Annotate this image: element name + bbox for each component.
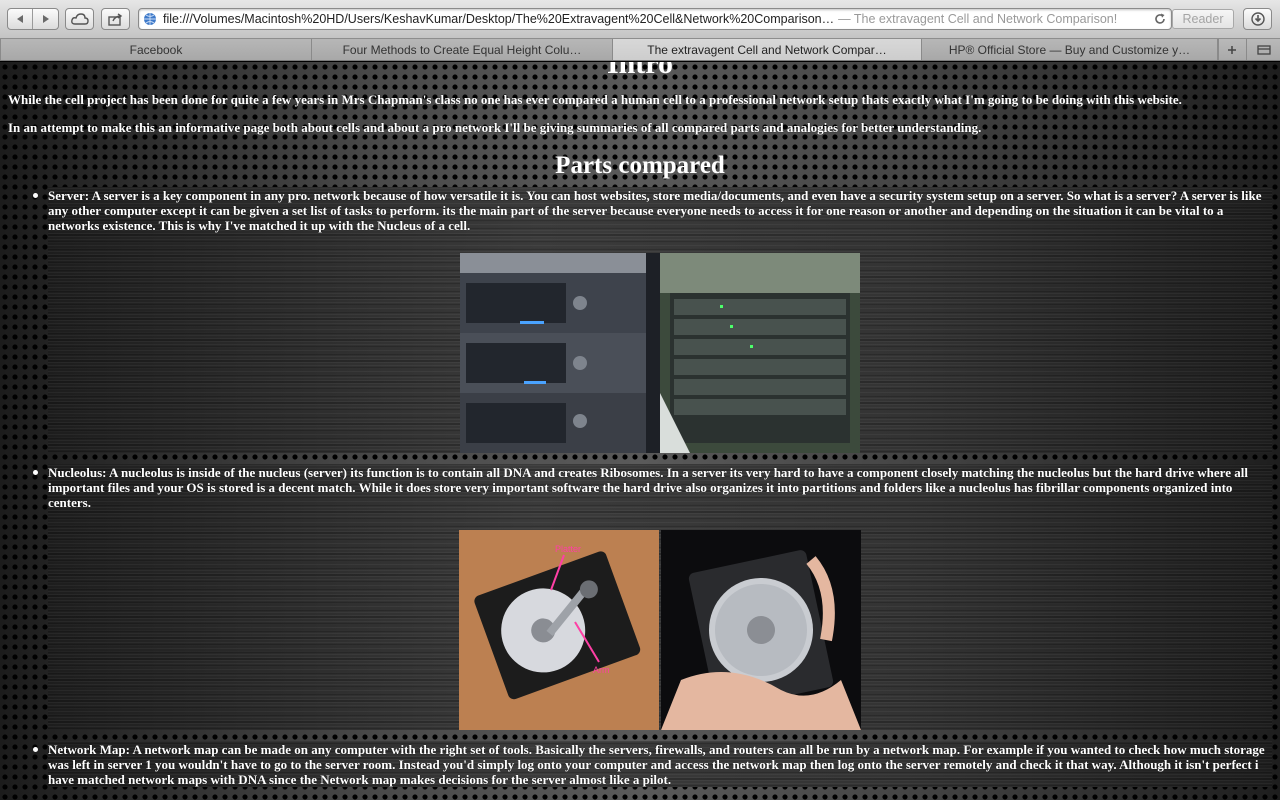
reload-button[interactable] — [1149, 13, 1171, 25]
tab-overview-icon — [1256, 44, 1271, 55]
server-room-photo — [660, 253, 860, 453]
parts-compared-heading: Parts compared — [555, 152, 725, 179]
cloud-icon — [70, 13, 89, 25]
intro-paragraph-2: In an attempt to make this an informativ… — [8, 120, 982, 135]
tab-cell-network-comparison[interactable]: The extravagent Cell and Network Compar… — [612, 39, 922, 60]
arm-label: Arm — [593, 665, 610, 675]
forward-arrow-icon — [42, 15, 49, 23]
reader-button[interactable]: Reader — [1172, 9, 1234, 29]
share-icon — [107, 12, 122, 26]
downloads-button[interactable] — [1243, 8, 1272, 30]
url-text: file:///Volumes/Macintosh%20HD/Users/Kes… — [163, 12, 835, 26]
back-arrow-icon — [17, 15, 23, 23]
address-bar[interactable]: file:///Volumes/Macintosh%20HD/Users/Kes… — [138, 8, 1172, 30]
back-button[interactable] — [8, 9, 34, 29]
hard-drive-internals-photo: Platter Arm — [459, 530, 659, 730]
new-tab-button[interactable] — [1218, 39, 1244, 60]
platter-label: Platter — [555, 544, 581, 554]
list-item-server: Server: A server is a key component in a… — [33, 187, 1272, 453]
globe-icon — [144, 13, 156, 25]
network-map-description: Network Map: A network map can be made o… — [48, 742, 1265, 787]
intro-paragraph-1: While the cell project has been done for… — [8, 92, 1182, 107]
share-button[interactable] — [101, 8, 130, 30]
server-description: Server: A server is a key component in a… — [48, 188, 1262, 233]
parts-list: Server: A server is a key component in a… — [8, 187, 1272, 787]
tab-list-button[interactable] — [1246, 39, 1280, 60]
reload-icon — [1155, 13, 1165, 24]
tab-hp-store[interactable]: HP® Official Store — Buy and Customize y… — [921, 39, 1218, 60]
nucleolus-description: Nucleolus: A nucleolus is inside of the … — [48, 465, 1248, 510]
url-page-title: — The extravagent Cell and Network Compa… — [838, 12, 1118, 26]
hard-drive-photos: Platter Arm — [48, 510, 1272, 730]
browser-toolbar: file:///Volumes/Macintosh%20HD/Users/Kes… — [0, 0, 1280, 39]
tab-bar: Facebook Four Methods to Create Equal He… — [0, 39, 1280, 61]
plus-icon — [1227, 45, 1236, 54]
server-photos — [48, 233, 1272, 453]
list-item-network-map: Network Map: A network map can be made o… — [33, 741, 1272, 787]
server-rack-photo — [460, 253, 660, 453]
nav-buttons — [7, 8, 59, 30]
web-page: Intro While the cell project has been do… — [0, 62, 1280, 800]
hard-drive-in-hand-photo — [661, 530, 861, 730]
tab-equal-height-columns[interactable]: Four Methods to Create Equal Height Colu… — [311, 39, 613, 60]
tab-facebook[interactable]: Facebook — [0, 39, 312, 60]
intro-heading: Intro — [606, 62, 674, 80]
download-icon — [1250, 12, 1265, 26]
list-item-nucleolus: Nucleolus: A nucleolus is inside of the … — [33, 464, 1272, 730]
icloud-tabs-button[interactable] — [65, 8, 94, 30]
forward-button[interactable] — [33, 9, 58, 29]
